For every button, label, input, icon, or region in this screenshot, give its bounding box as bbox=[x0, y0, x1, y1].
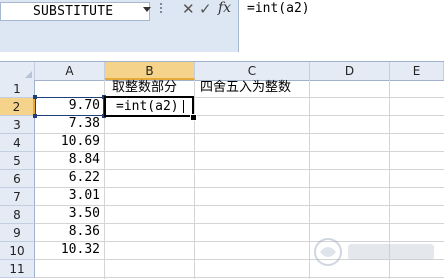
cell-a8[interactable]: 3.50 bbox=[36, 205, 100, 223]
column-header-b[interactable]: B bbox=[105, 62, 195, 80]
row-header-4[interactable]: 4 bbox=[0, 134, 35, 152]
enter-icon[interactable]: ✓ bbox=[199, 0, 212, 18]
row-header-8[interactable]: 8 bbox=[0, 206, 35, 224]
name-box-value: SUBSTITUTE bbox=[33, 4, 114, 19]
cell-a9[interactable]: 8.36 bbox=[36, 223, 100, 241]
column-header-e[interactable]: E bbox=[390, 62, 444, 80]
chevron-down-icon[interactable] bbox=[143, 7, 151, 12]
resize-grip-icon[interactable] bbox=[158, 1, 164, 19]
cell-c1[interactable]: 四舍五入为整数 bbox=[200, 79, 291, 97]
row-header-10[interactable]: 10 bbox=[0, 242, 35, 260]
row-header-2[interactable]: 2 bbox=[0, 98, 35, 116]
column-header-row: A B C D E bbox=[0, 61, 444, 81]
watermark-logo bbox=[314, 238, 434, 266]
row-header-5[interactable]: 5 bbox=[0, 152, 35, 170]
row-header-11[interactable]: 11 bbox=[0, 260, 35, 278]
formula-reference-highlight bbox=[33, 95, 106, 118]
text-caret bbox=[183, 100, 184, 113]
row-header-7[interactable]: 7 bbox=[0, 188, 35, 206]
row-header-6[interactable]: 6 bbox=[0, 170, 35, 188]
cancel-icon[interactable]: ✕ bbox=[182, 0, 195, 18]
formula-text: =int(a2) bbox=[247, 1, 310, 16]
row-header-1[interactable]: 1 bbox=[0, 80, 35, 98]
active-cell-b2[interactable]: =int(a2) bbox=[104, 96, 194, 117]
formula-bar: SUBSTITUTE ✕ ✓ fx =int(a2) bbox=[0, 0, 444, 52]
cell-b2-editor[interactable]: =int(a2) bbox=[116, 98, 179, 115]
cell-a6[interactable]: 6.22 bbox=[36, 169, 100, 187]
column-header-d[interactable]: D bbox=[310, 62, 390, 80]
row-header-9[interactable]: 9 bbox=[0, 224, 35, 242]
formula-input[interactable]: =int(a2) bbox=[238, 0, 444, 52]
cell-a7[interactable]: 3.01 bbox=[36, 187, 100, 205]
column-header-c[interactable]: C bbox=[195, 62, 310, 80]
row-header-3[interactable]: 3 bbox=[0, 116, 35, 134]
insert-function-icon[interactable]: fx bbox=[218, 0, 231, 16]
cell-b1[interactable]: 取整数部分 bbox=[112, 79, 177, 97]
cell-a4[interactable]: 10.69 bbox=[36, 133, 100, 151]
cell-a5[interactable]: 8.84 bbox=[36, 151, 100, 169]
cell-a10[interactable]: 10.32 bbox=[36, 241, 100, 259]
select-all-corner[interactable] bbox=[0, 62, 35, 80]
name-box[interactable]: SUBSTITUTE bbox=[0, 2, 151, 21]
fill-handle[interactable] bbox=[190, 114, 197, 121]
column-header-a[interactable]: A bbox=[35, 62, 105, 80]
cell-a3[interactable]: 7.38 bbox=[36, 115, 100, 133]
